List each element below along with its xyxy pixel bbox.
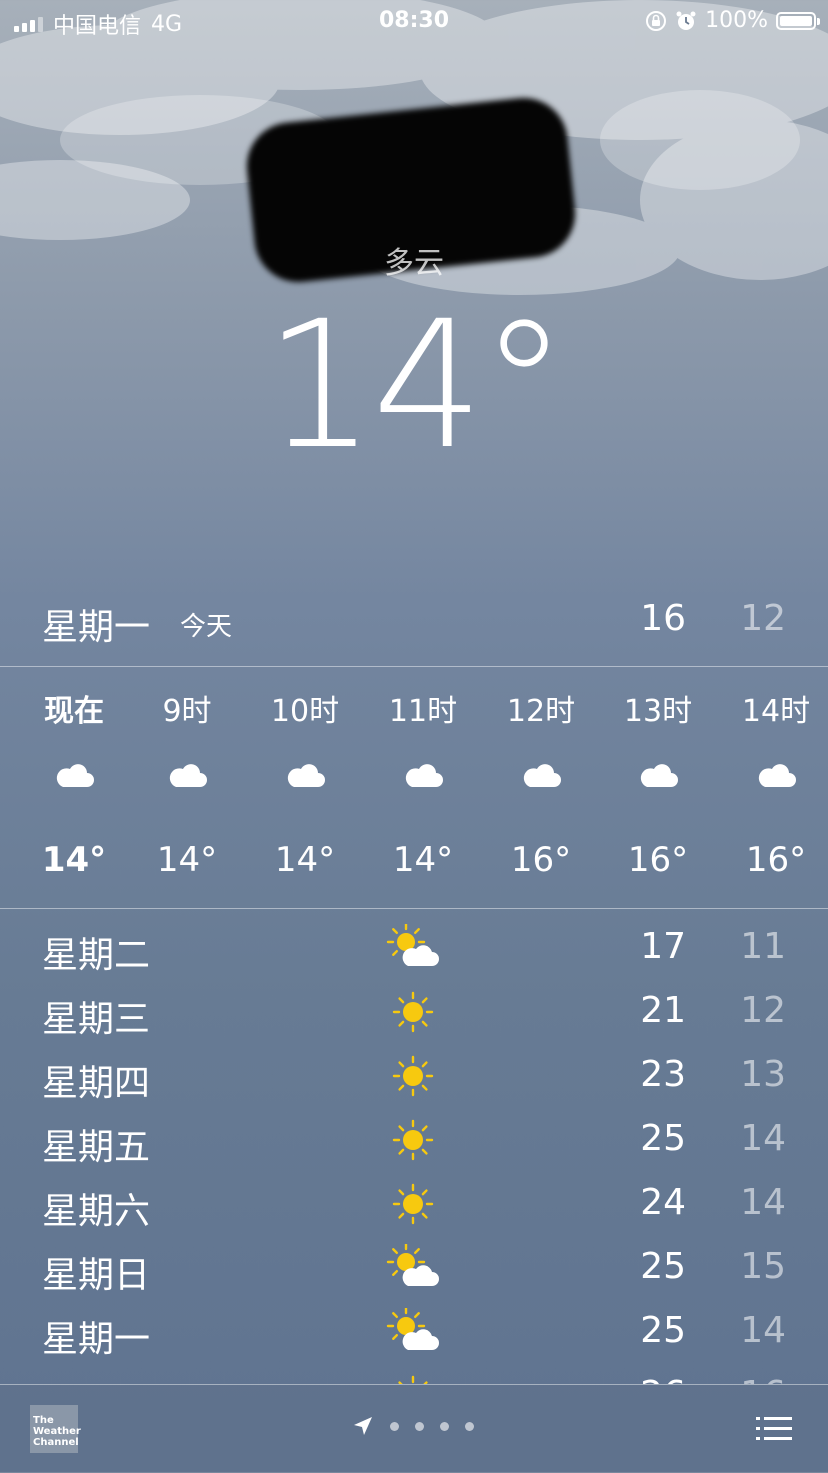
sun-icon [386,988,442,1036]
daily-row: 星期三 21 12 [0,980,828,1044]
cloud-icon [402,760,444,788]
daily-row: 星期二 26 16 [0,1364,828,1384]
status-right: 100% [645,8,820,33]
daily-high: 21 [640,990,686,1031]
battery-icon [776,11,820,30]
cloud-icon [53,760,95,788]
hourly-item: 13时 16° [603,668,713,908]
sun-icon [386,1180,442,1228]
daily-day: 星期二 [42,935,151,976]
partly-cloudy-icon [386,922,442,972]
hourly-item: 14时 16° [721,668,828,908]
hour-label: 14时 [741,694,811,729]
orientation-lock-icon [646,10,667,31]
page-dot[interactable] [390,1421,399,1431]
alarm-icon [676,11,696,30]
daily-day: 星期一 [42,1319,151,1360]
hour-label: 10时 [270,694,340,729]
location-arrow-icon [354,1417,372,1435]
page-dot[interactable] [440,1421,449,1431]
cloud-icon [284,760,326,788]
cloud-icon [755,760,797,788]
daily-row: 星期六 24 14 [0,1172,828,1236]
partly-cloudy-icon [386,1242,442,1292]
hour-label: 9时 [162,694,212,729]
daily-low: 15 [740,1246,786,1287]
partly-cloudy-icon [386,1306,442,1356]
hour-temp: 16° [510,840,572,880]
cloud-icon [520,760,562,788]
hour-temp: 14° [392,840,454,880]
hour-label: 12时 [506,694,576,729]
bottom-bar: The Weather Channel [0,1384,828,1473]
hourly-item: 12时 16° [486,668,596,908]
current-temperature: 14° [264,283,568,488]
daily-day: 星期日 [42,1255,151,1296]
daily-day: 星期五 [42,1127,151,1168]
today-low: 12 [740,598,786,639]
hour-temp: 14° [156,840,218,880]
sun-icon [386,1052,442,1100]
daily-day: 星期四 [42,1063,151,1104]
daily-high: 17 [640,926,686,967]
hour-label: 现在 [44,694,104,729]
today-day: 星期一 [42,607,151,648]
daily-high: 25 [640,1310,686,1351]
hour-temp: 14° [41,840,107,880]
daily-low: 11 [740,926,786,967]
hourly-item: 9时 14° [132,668,242,908]
hourly-item: 现在 14° [19,668,129,908]
battery-percent: 100% [705,8,768,33]
daily-forecast[interactable]: 星期二 17 11 星期三 21 12 星期四 23 13 星期五 25 14 星期六 24 14 星期日 25… [0,916,828,1384]
divider-top [0,666,828,667]
daily-high: 25 [640,1118,686,1159]
daily-high: 24 [640,1182,686,1223]
today-summary: 星期一 今天 16 12 [0,592,828,652]
cloud-icon [166,760,208,788]
daily-row: 星期二 17 11 [0,916,828,980]
cloud-icon [637,760,679,788]
page-indicator[interactable] [352,1415,474,1437]
today-tag: 今天 [180,612,233,642]
hour-label: 13时 [623,694,693,729]
today-high: 16 [640,598,686,639]
divider-middle [0,908,828,909]
hour-temp: 16° [745,840,807,880]
sun-icon [386,1116,442,1164]
daily-row: 星期五 25 14 [0,1108,828,1172]
daily-day: 星期六 [42,1191,151,1232]
daily-low: 14 [740,1182,786,1223]
daily-low: 14 [740,1310,786,1351]
status-bar: 中国电信 4G 08:30 100% [0,0,828,42]
hourly-forecast[interactable]: 现在 14° 9时 14° 10时 14° 11时 14° 12时 16° 13时 16° 14时 16° [0,668,828,908]
daily-day: 星期三 [42,999,151,1040]
daily-row: 星期日 25 15 [0,1236,828,1300]
daily-low: 12 [740,990,786,1031]
hour-temp: 16° [627,840,689,880]
sun-icon [386,1372,442,1384]
daily-low: 13 [740,1054,786,1095]
daily-day: 星期二 [42,1374,150,1384]
page-dot[interactable] [415,1421,424,1431]
daily-low: 14 [740,1118,786,1159]
list-icon[interactable] [756,1415,792,1443]
page-dot[interactable] [465,1421,474,1431]
daily-high: 26 [640,1374,686,1384]
current-condition: 多云 [384,246,444,281]
hourly-item: 10时 14° [250,668,360,908]
daily-high: 25 [640,1246,686,1287]
daily-low: 16 [740,1374,786,1384]
hourly-item: 11时 14° [368,668,478,908]
daily-high: 23 [640,1054,686,1095]
hour-temp: 14° [274,840,336,880]
daily-row: 星期一 25 14 [0,1300,828,1364]
weather-channel-logo[interactable]: The Weather Channel [30,1405,81,1453]
battery-fill [780,15,812,26]
hour-label: 11时 [388,694,458,729]
daily-row: 星期四 23 13 [0,1044,828,1108]
